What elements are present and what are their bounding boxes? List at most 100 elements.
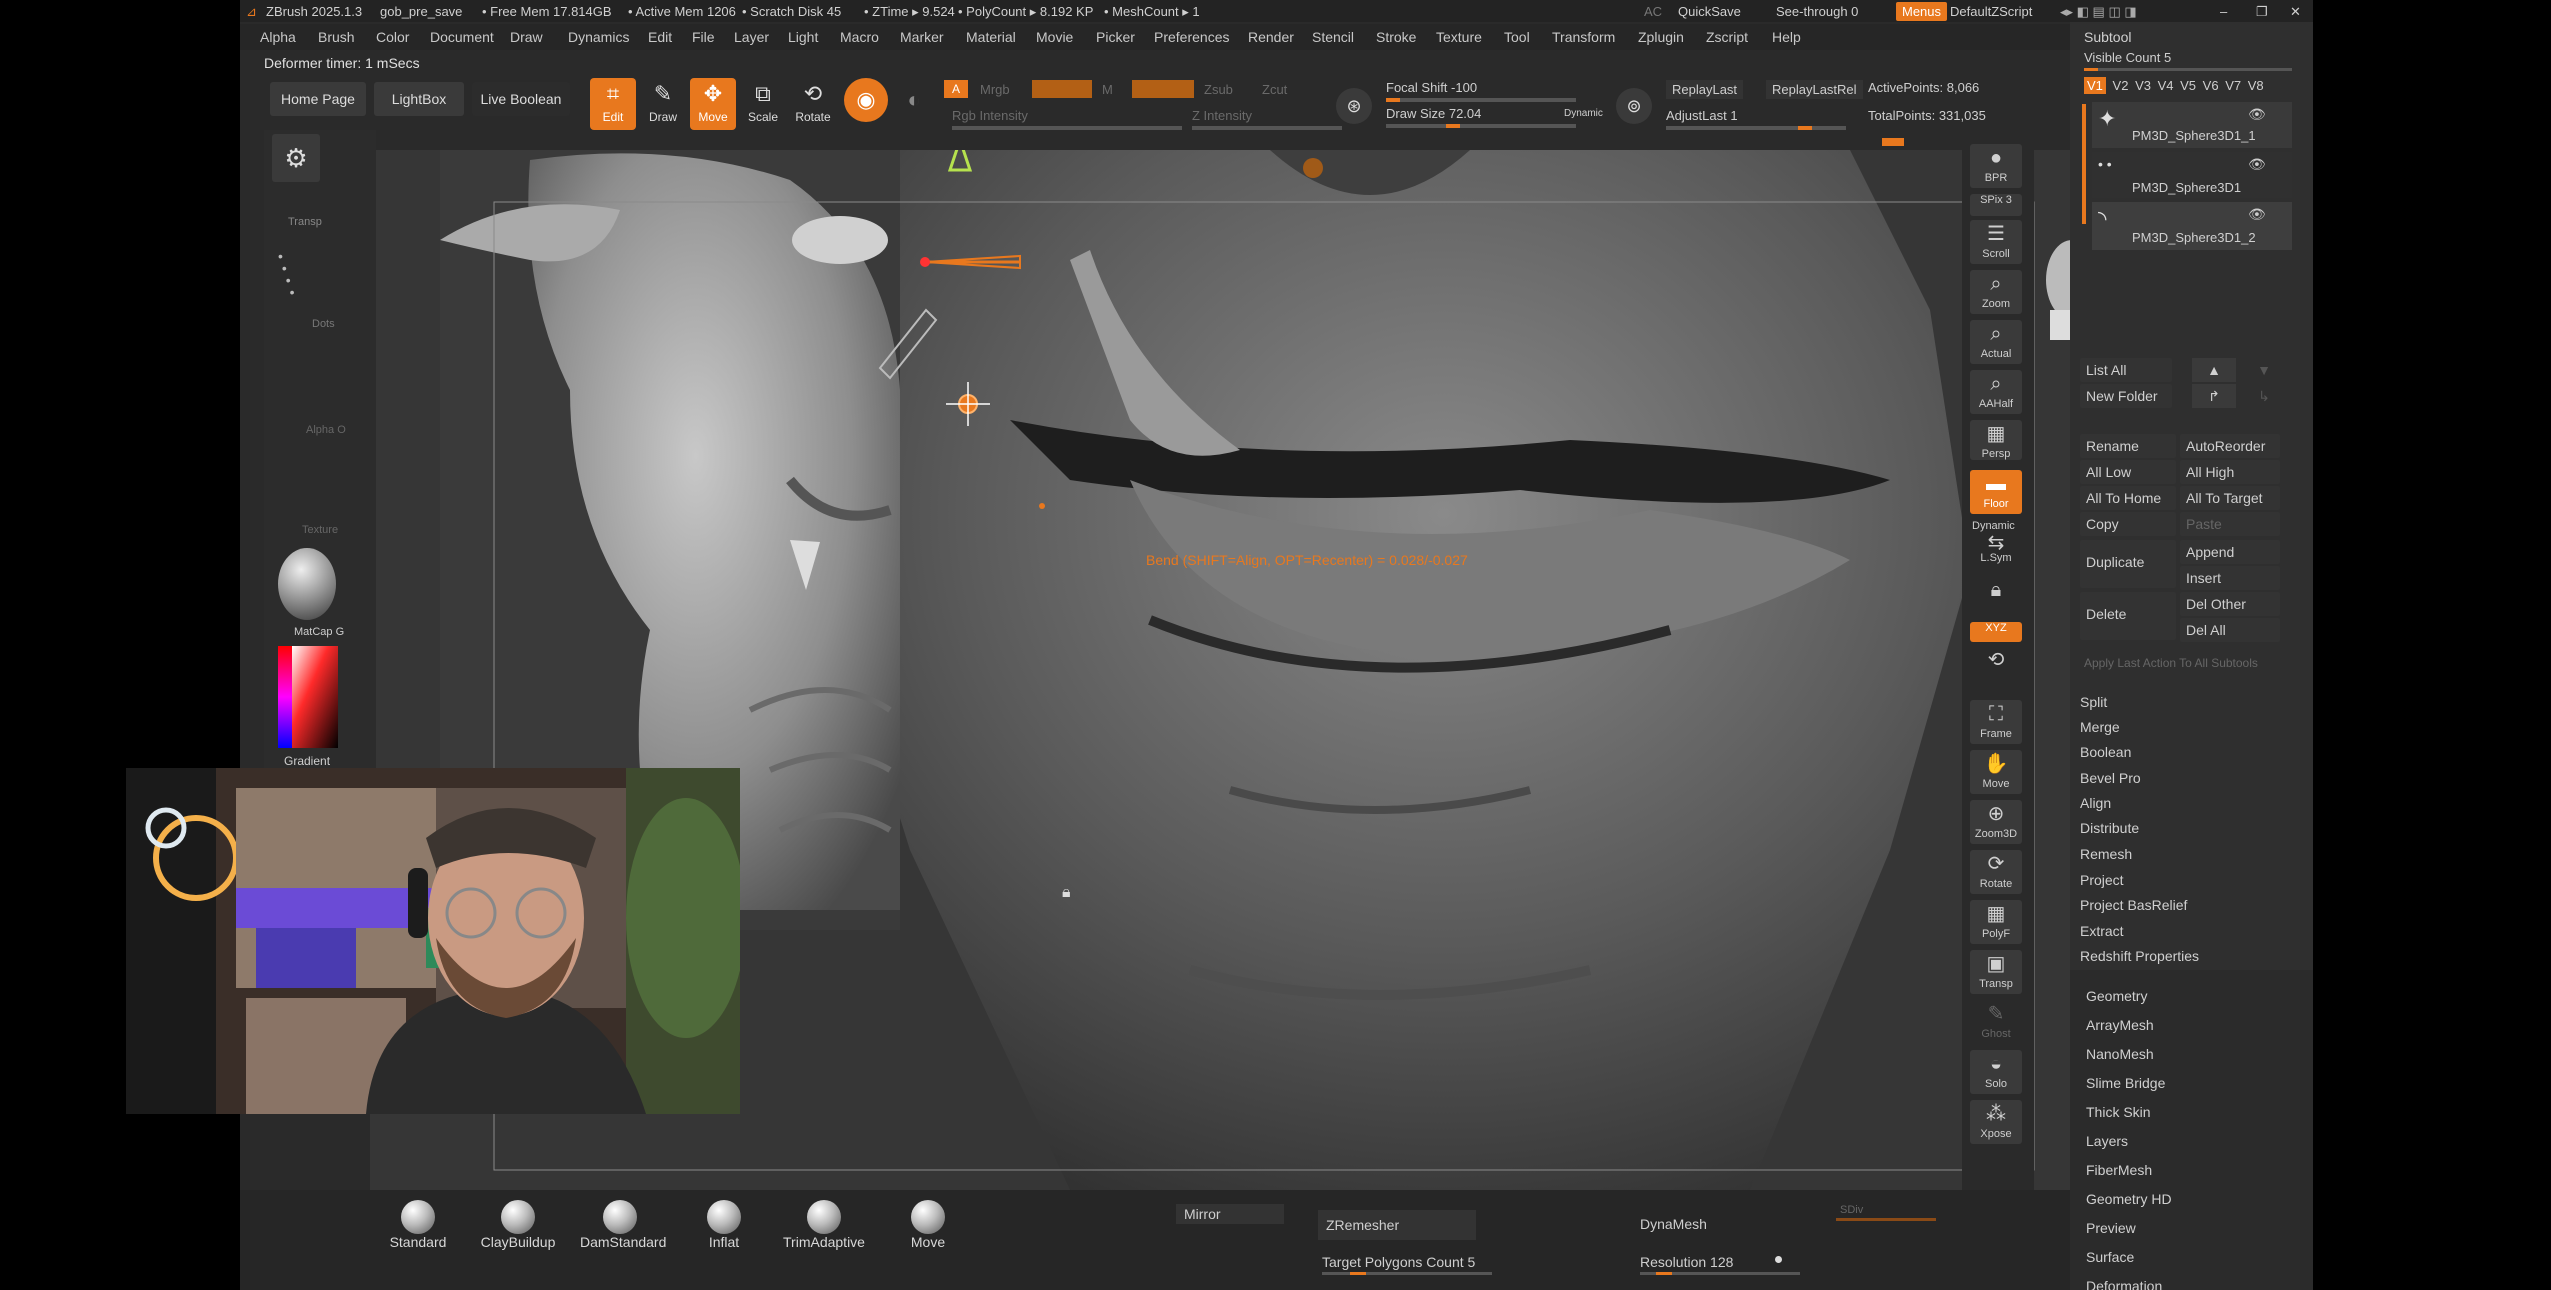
menu-zscript[interactable]: Zscript: [1706, 29, 1748, 45]
stroke-icon[interactable]: ⊛: [1336, 88, 1372, 124]
spix-button[interactable]: SPix 3: [1970, 194, 2022, 216]
matcap-sphere[interactable]: [278, 548, 336, 620]
menu-movie[interactable]: Movie: [1036, 29, 1073, 45]
boolean-section[interactable]: Boolean: [2080, 744, 2131, 760]
zoom-button[interactable]: ⌕ Zoom: [1970, 270, 2022, 314]
lightbox-button[interactable]: LightBox: [374, 82, 464, 116]
menu-layer[interactable]: Layer: [734, 29, 769, 45]
mrgb-toggle[interactable]: Mrgb: [980, 82, 1010, 97]
project-section[interactable]: Project: [2080, 872, 2124, 888]
menu-marker[interactable]: Marker: [900, 29, 944, 45]
persp-button[interactable]: ▦ Persp: [1970, 420, 2022, 460]
solo-button[interactable]: ◒ Solo: [1970, 1050, 2022, 1094]
subtool-item[interactable]: ✦ 👁︎ PM3D_Sphere3D1_1: [2092, 102, 2292, 148]
extract-section[interactable]: Extract: [2080, 923, 2124, 939]
surface-section[interactable]: Surface: [2086, 1249, 2134, 1265]
split-section[interactable]: Split: [2080, 694, 2107, 710]
menu-render[interactable]: Render: [1248, 29, 1294, 45]
brush-inflat[interactable]: Inflat: [684, 1200, 764, 1250]
tab-v1[interactable]: V1: [2084, 77, 2106, 94]
menu-macro[interactable]: Macro: [840, 29, 879, 45]
brush-claybuildup[interactable]: ClayBuildup: [478, 1200, 558, 1250]
auto-reorder-button[interactable]: AutoReorder: [2180, 434, 2280, 458]
lazy-mouse-icon[interactable]: ⊚: [1616, 88, 1652, 124]
rgb-intensity-slider[interactable]: [952, 126, 1182, 130]
sdiv-slider[interactable]: [1836, 1218, 1936, 1221]
preview-section[interactable]: Preview: [2086, 1220, 2136, 1236]
fibermesh-section[interactable]: FiberMesh: [2086, 1162, 2152, 1178]
nanomesh-section[interactable]: NanoMesh: [2086, 1046, 2154, 1062]
tab-v2[interactable]: V2: [2113, 78, 2129, 93]
scroll-button[interactable]: ☰ Scroll: [1970, 220, 2022, 264]
quicksave-button[interactable]: QuickSave: [1678, 4, 1741, 19]
a-toggle[interactable]: A: [944, 80, 968, 98]
brush-move[interactable]: Move: [888, 1200, 968, 1250]
paste-button[interactable]: Paste: [2180, 512, 2280, 536]
tab-v3[interactable]: V3: [2135, 78, 2151, 93]
menu-color[interactable]: Color: [376, 29, 409, 45]
menu-zplugin[interactable]: Zplugin: [1638, 29, 1684, 45]
menu-stencil[interactable]: Stencil: [1312, 29, 1354, 45]
del-all-button[interactable]: Del All: [2180, 618, 2280, 642]
see-through-slider[interactable]: See-through 0: [1776, 4, 1858, 19]
edit-button[interactable]: ⌗ Edit: [590, 78, 636, 130]
del-other-button[interactable]: Del Other: [2180, 592, 2280, 616]
menu-material[interactable]: Material: [966, 29, 1016, 45]
move-button[interactable]: ✥ Move: [690, 78, 736, 130]
lsym-button[interactable]: ⇆ L.Sym: [1970, 533, 2022, 568]
zcut-toggle[interactable]: Zcut: [1262, 82, 1287, 97]
transpose-icon[interactable]: ⚙: [272, 134, 320, 182]
copy-button[interactable]: Copy: [2080, 512, 2176, 536]
rotate-axis-icon[interactable]: ⟲: [1970, 646, 2022, 686]
apply-last-action[interactable]: Apply Last Action To All Subtools: [2084, 656, 2258, 670]
menu-light[interactable]: Light: [788, 29, 818, 45]
dynamic-toggle[interactable]: Dynamic: [1564, 108, 1603, 119]
all-low-button[interactable]: All Low: [2080, 460, 2176, 484]
redshift-properties-section[interactable]: Redshift Properties: [2080, 948, 2199, 964]
all-high-button[interactable]: All High: [2180, 460, 2280, 484]
arraymesh-section[interactable]: ArrayMesh: [2086, 1017, 2154, 1033]
move-view-button[interactable]: ✋ Move: [1970, 750, 2022, 794]
menu-texture[interactable]: Texture: [1436, 29, 1482, 45]
draw-size-slider[interactable]: [1386, 124, 1576, 128]
menu-tool[interactable]: Tool: [1504, 29, 1530, 45]
menu-file[interactable]: File: [692, 29, 715, 45]
live-boolean-button[interactable]: Live Boolean: [472, 82, 570, 116]
visible-count-slider[interactable]: [2084, 68, 2292, 71]
distribute-section[interactable]: Distribute: [2080, 820, 2139, 836]
polyf-button[interactable]: ▦ PolyF: [1970, 900, 2022, 944]
xyz-button[interactable]: XYZ: [1970, 622, 2022, 642]
replay-last-rel-button[interactable]: ReplayLastRel: [1766, 80, 1863, 99]
slime-bridge-section[interactable]: Slime Bridge: [2086, 1075, 2165, 1091]
actual-button[interactable]: ⌕ Actual: [1970, 320, 2022, 364]
resolution-dot[interactable]: [1775, 1256, 1782, 1263]
subtool-item[interactable]: • • 👁︎ PM3D_Sphere3D1: [2092, 152, 2292, 198]
arrow-down-icon[interactable]: ▼: [2242, 358, 2286, 382]
project-basrelief-section[interactable]: Project BasRelief: [2080, 897, 2187, 913]
arrow-up-icon[interactable]: ▲: [2192, 358, 2236, 382]
menu-preferences[interactable]: Preferences: [1154, 29, 1229, 45]
all-to-target-button[interactable]: All To Target: [2180, 486, 2280, 510]
zremesher-button[interactable]: ZRemesher: [1318, 1210, 1476, 1240]
xpose-button[interactable]: ⁂ Xpose: [1970, 1100, 2022, 1144]
menu-picker[interactable]: Picker: [1096, 29, 1135, 45]
lock-icon[interactable]: 🔒︎: [1062, 884, 1071, 902]
geometry-section[interactable]: Geometry: [2086, 988, 2147, 1004]
ghost-button[interactable]: ✎ Ghost: [1970, 1000, 2022, 1044]
resolution-slider[interactable]: [1640, 1272, 1800, 1275]
scale-button[interactable]: ⧉ Scale: [740, 78, 786, 130]
color-picker[interactable]: [278, 646, 338, 748]
rename-button[interactable]: Rename: [2080, 434, 2176, 458]
replay-last-button[interactable]: ReplayLast: [1666, 80, 1744, 99]
aahalf-button[interactable]: ⌕ AAHalf: [1970, 370, 2022, 414]
menu-brush[interactable]: Brush: [318, 29, 355, 45]
menu-dynamics[interactable]: Dynamics: [568, 29, 629, 45]
eye-icon[interactable]: 👁︎: [2248, 106, 2266, 123]
default-zscript-button[interactable]: DefaultZScript: [1950, 4, 2032, 19]
target-polygons-slider[interactable]: [1322, 1272, 1492, 1275]
restore-icon[interactable]: ❐: [2256, 4, 2268, 20]
layers-section[interactable]: Layers: [2086, 1133, 2128, 1149]
rotate-button[interactable]: ⟲ Rotate: [790, 78, 836, 130]
frame-button[interactable]: ⛶ Frame: [1970, 700, 2022, 744]
mirror-button[interactable]: Mirror: [1176, 1204, 1284, 1224]
